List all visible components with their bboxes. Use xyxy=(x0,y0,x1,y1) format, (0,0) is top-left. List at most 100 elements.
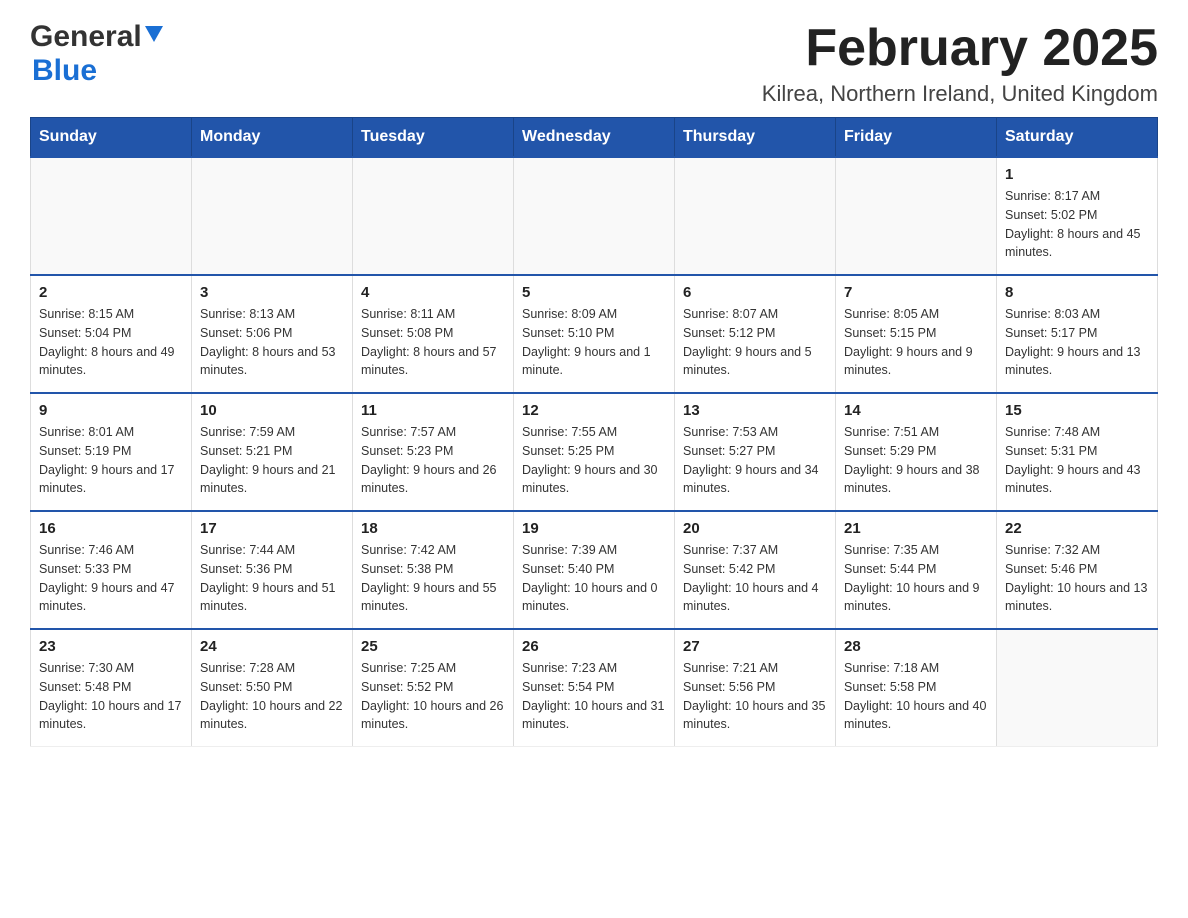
day-info: Sunrise: 7:44 AMSunset: 5:36 PMDaylight:… xyxy=(200,541,344,616)
day-info: Sunrise: 7:18 AMSunset: 5:58 PMDaylight:… xyxy=(844,659,988,734)
day-number: 14 xyxy=(844,402,988,419)
day-info: Sunrise: 8:15 AMSunset: 5:04 PMDaylight:… xyxy=(39,305,183,380)
calendar-cell xyxy=(836,157,997,275)
weekday-header-thursday: Thursday xyxy=(675,118,836,158)
day-info: Sunrise: 8:13 AMSunset: 5:06 PMDaylight:… xyxy=(200,305,344,380)
day-info: Sunrise: 7:28 AMSunset: 5:50 PMDaylight:… xyxy=(200,659,344,734)
day-info: Sunrise: 8:17 AMSunset: 5:02 PMDaylight:… xyxy=(1005,187,1149,262)
day-number: 22 xyxy=(1005,520,1149,537)
calendar-cell xyxy=(675,157,836,275)
calendar-cell: 14 Sunrise: 7:51 AMSunset: 5:29 PMDayligh… xyxy=(836,393,997,511)
calendar-cell: 10Sunrise: 7:59 AMSunset: 5:21 PMDayligh… xyxy=(192,393,353,511)
day-info: Sunrise: 7:35 AMSunset: 5:44 PMDaylight:… xyxy=(844,541,988,616)
calendar-cell: 13Sunrise: 7:53 AMSunset: 5:27 PMDayligh… xyxy=(675,393,836,511)
logo-general-text: General xyxy=(30,20,142,54)
calendar-cell: 8 Sunrise: 8:03 AMSunset: 5:17 PMDaylight… xyxy=(997,275,1158,393)
day-number: 27 xyxy=(683,638,827,655)
day-info: Sunrise: 7:42 AMSunset: 5:38 PMDaylight:… xyxy=(361,541,505,616)
logo-arrow-icon xyxy=(145,26,163,44)
day-number: 20 xyxy=(683,520,827,537)
day-number: 17 xyxy=(200,520,344,537)
calendar-cell: 2 Sunrise: 8:15 AMSunset: 5:04 PMDaylight… xyxy=(31,275,192,393)
calendar-cell: 16 Sunrise: 7:46 AMSunset: 5:33 PMDayligh… xyxy=(31,511,192,629)
calendar-cell: 25 Sunrise: 7:25 AMSunset: 5:52 PMDayligh… xyxy=(353,629,514,747)
calendar-cell: 26 Sunrise: 7:23 AMSunset: 5:54 PMDayligh… xyxy=(514,629,675,747)
day-info: Sunrise: 8:07 AMSunset: 5:12 PMDaylight:… xyxy=(683,305,827,380)
calendar-cell: 28 Sunrise: 7:18 AMSunset: 5:58 PMDayligh… xyxy=(836,629,997,747)
calendar-cell: 5 Sunrise: 8:09 AMSunset: 5:10 PMDaylight… xyxy=(514,275,675,393)
day-number: 25 xyxy=(361,638,505,655)
calendar-cell: 21 Sunrise: 7:35 AMSunset: 5:44 PMDayligh… xyxy=(836,511,997,629)
day-number: 16 xyxy=(39,520,183,537)
day-number: 5 xyxy=(522,284,666,301)
calendar-cell: 19Sunrise: 7:39 AMSunset: 5:40 PMDayligh… xyxy=(514,511,675,629)
day-number: 13 xyxy=(683,402,827,419)
page-subtitle: Kilrea, Northern Ireland, United Kingdom xyxy=(762,81,1158,107)
day-number: 24 xyxy=(200,638,344,655)
weekday-header-tuesday: Tuesday xyxy=(353,118,514,158)
day-info: Sunrise: 7:30 AMSunset: 5:48 PMDaylight:… xyxy=(39,659,183,734)
calendar-cell: 24 Sunrise: 7:28 AMSunset: 5:50 PMDayligh… xyxy=(192,629,353,747)
day-info: Sunrise: 7:59 AMSunset: 5:21 PMDaylight:… xyxy=(200,423,344,498)
calendar-cell: 4 Sunrise: 8:11 AMSunset: 5:08 PMDaylight… xyxy=(353,275,514,393)
day-info: Sunrise: 7:37 AMSunset: 5:42 PMDaylight:… xyxy=(683,541,827,616)
calendar-week-5: 23Sunrise: 7:30 AMSunset: 5:48 PMDayligh… xyxy=(31,629,1158,747)
day-info: Sunrise: 7:25 AMSunset: 5:52 PMDaylight:… xyxy=(361,659,505,734)
day-info: Sunrise: 7:48 AMSunset: 5:31 PMDaylight:… xyxy=(1005,423,1149,498)
day-info: Sunrise: 8:05 AMSunset: 5:15 PMDaylight:… xyxy=(844,305,988,380)
day-info: Sunrise: 7:51 AMSunset: 5:29 PMDaylight:… xyxy=(844,423,988,498)
day-number: 15 xyxy=(1005,402,1149,419)
day-number: 11 xyxy=(361,402,505,419)
weekday-header-monday: Monday xyxy=(192,118,353,158)
calendar-week-1: 1 Sunrise: 8:17 AMSunset: 5:02 PMDaylight… xyxy=(31,157,1158,275)
logo-blue-text: Blue xyxy=(32,54,97,87)
calendar-table: SundayMondayTuesdayWednesdayThursdayFrid… xyxy=(30,117,1158,747)
day-number: 8 xyxy=(1005,284,1149,301)
day-info: Sunrise: 8:11 AMSunset: 5:08 PMDaylight:… xyxy=(361,305,505,380)
page-header: General Blue February 2025 Kilrea, North… xyxy=(30,20,1158,107)
day-number: 26 xyxy=(522,638,666,655)
calendar-cell: 3Sunrise: 8:13 AMSunset: 5:06 PMDaylight… xyxy=(192,275,353,393)
logo: General Blue xyxy=(30,20,163,88)
day-number: 28 xyxy=(844,638,988,655)
weekday-header-row: SundayMondayTuesdayWednesdayThursdayFrid… xyxy=(31,118,1158,158)
calendar-cell xyxy=(514,157,675,275)
day-info: Sunrise: 7:23 AMSunset: 5:54 PMDaylight:… xyxy=(522,659,666,734)
calendar-cell xyxy=(353,157,514,275)
day-number: 12 xyxy=(522,402,666,419)
day-number: 21 xyxy=(844,520,988,537)
day-info: Sunrise: 7:32 AMSunset: 5:46 PMDaylight:… xyxy=(1005,541,1149,616)
calendar-cell: 1 Sunrise: 8:17 AMSunset: 5:02 PMDaylight… xyxy=(997,157,1158,275)
calendar-cell: 9 Sunrise: 8:01 AMSunset: 5:19 PMDaylight… xyxy=(31,393,192,511)
day-number: 18 xyxy=(361,520,505,537)
weekday-header-sunday: Sunday xyxy=(31,118,192,158)
weekday-header-saturday: Saturday xyxy=(997,118,1158,158)
calendar-week-4: 16 Sunrise: 7:46 AMSunset: 5:33 PMDayligh… xyxy=(31,511,1158,629)
calendar-cell: 6 Sunrise: 8:07 AMSunset: 5:12 PMDaylight… xyxy=(675,275,836,393)
calendar-cell: 20 Sunrise: 7:37 AMSunset: 5:42 PMDayligh… xyxy=(675,511,836,629)
calendar-cell xyxy=(192,157,353,275)
day-info: Sunrise: 8:03 AMSunset: 5:17 PMDaylight:… xyxy=(1005,305,1149,380)
day-info: Sunrise: 8:01 AMSunset: 5:19 PMDaylight:… xyxy=(39,423,183,498)
calendar-cell: 27 Sunrise: 7:21 AMSunset: 5:56 PMDayligh… xyxy=(675,629,836,747)
day-number: 7 xyxy=(844,284,988,301)
calendar-week-2: 2 Sunrise: 8:15 AMSunset: 5:04 PMDaylight… xyxy=(31,275,1158,393)
weekday-header-friday: Friday xyxy=(836,118,997,158)
calendar-cell: 12Sunrise: 7:55 AMSunset: 5:25 PMDayligh… xyxy=(514,393,675,511)
day-number: 4 xyxy=(361,284,505,301)
day-info: Sunrise: 7:21 AMSunset: 5:56 PMDaylight:… xyxy=(683,659,827,734)
title-block: February 2025 Kilrea, Northern Ireland, … xyxy=(762,20,1158,107)
day-number: 1 xyxy=(1005,166,1149,183)
day-number: 2 xyxy=(39,284,183,301)
calendar-cell: 15 Sunrise: 7:48 AMSunset: 5:31 PMDayligh… xyxy=(997,393,1158,511)
day-info: Sunrise: 8:09 AMSunset: 5:10 PMDaylight:… xyxy=(522,305,666,380)
calendar-cell xyxy=(997,629,1158,747)
day-number: 6 xyxy=(683,284,827,301)
day-info: Sunrise: 7:46 AMSunset: 5:33 PMDaylight:… xyxy=(39,541,183,616)
day-number: 9 xyxy=(39,402,183,419)
calendar-cell: 11 Sunrise: 7:57 AMSunset: 5:23 PMDayligh… xyxy=(353,393,514,511)
day-info: Sunrise: 7:39 AMSunset: 5:40 PMDaylight:… xyxy=(522,541,666,616)
calendar-cell: 22 Sunrise: 7:32 AMSunset: 5:46 PMDayligh… xyxy=(997,511,1158,629)
calendar-cell: 7 Sunrise: 8:05 AMSunset: 5:15 PMDaylight… xyxy=(836,275,997,393)
day-info: Sunrise: 7:57 AMSunset: 5:23 PMDaylight:… xyxy=(361,423,505,498)
